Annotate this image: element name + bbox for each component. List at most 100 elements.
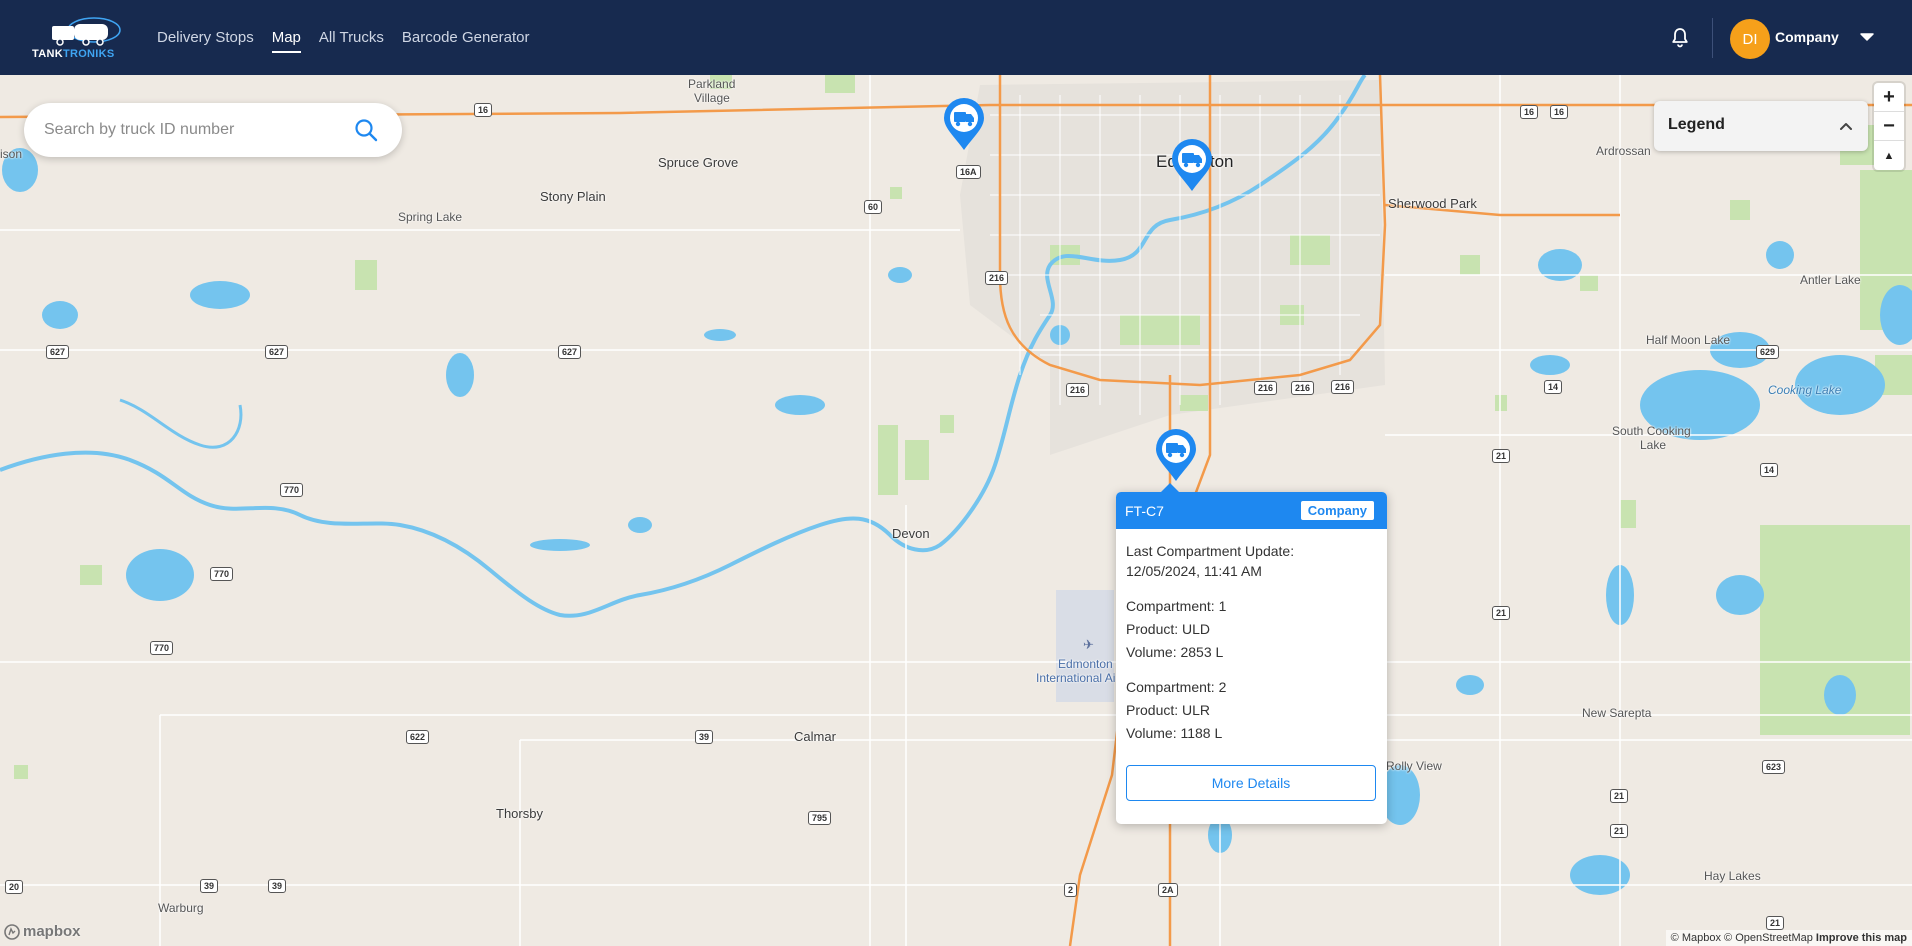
highway-shield: 60 [864, 200, 883, 214]
compass-reset-button[interactable]: ▲ [1874, 141, 1904, 170]
highway-shield: 16A [956, 165, 981, 179]
place-label: Cooking Lake [1768, 383, 1842, 397]
highway-shield: 2 [1064, 883, 1078, 897]
highway-shield: 627 [46, 345, 70, 359]
compartment-volume: Volume: 2853 L [1126, 644, 1224, 660]
legend-title: Legend [1668, 116, 1725, 133]
place-label: Warburg [158, 901, 204, 915]
account-dropdown-caret-icon[interactable] [1854, 24, 1880, 50]
company-name[interactable]: Company [1775, 29, 1839, 45]
attribution-osm-link[interactable]: © OpenStreetMap [1724, 932, 1813, 944]
nav-all-trucks-label: All Trucks [318, 29, 384, 46]
highway-shield: 21 [1610, 789, 1629, 803]
place-label: Devon [892, 526, 930, 541]
header-divider [1712, 18, 1713, 58]
highway-shield: 795 [808, 811, 832, 825]
truck-search-box [24, 103, 402, 157]
map-attribution: © Mapbox © OpenStreetMap Improve this ma… [1665, 930, 1912, 946]
tank-truck-logo-icon [52, 17, 121, 46]
place-label: Sherwood Park [1388, 196, 1477, 211]
highway-shield: 216 [1291, 381, 1315, 395]
highway-shield: 39 [200, 879, 219, 893]
compartment-product: Product: ULR [1126, 702, 1211, 718]
highway-shield: 21 [1492, 606, 1511, 620]
nav-barcode-generator-label: Barcode Generator [401, 29, 530, 46]
place-label: New Sarepta [1582, 706, 1652, 720]
highway-shield: 21 [1610, 824, 1629, 838]
nav-map-label: Map [271, 29, 301, 46]
highway-shield: 216 [1066, 383, 1090, 397]
truck-pin-icon [1156, 429, 1196, 481]
highway-shield: 629 [1756, 345, 1780, 359]
highway-shield: 16 [474, 103, 493, 117]
place-label: Village [694, 91, 730, 105]
truck-marker-selected[interactable] [1154, 429, 1198, 483]
compartment-volume: Volume: 1188 L [1126, 725, 1223, 741]
popup-truck-id: FT-C7 [1125, 503, 1164, 519]
improve-map-link[interactable]: Improve this map [1816, 932, 1907, 944]
highway-shield: 216 [1331, 380, 1355, 394]
truck-info-popup: FT-C7 Company Last Compartment Update: 1… [1116, 483, 1387, 824]
highway-shield: 627 [558, 345, 582, 359]
attribution-mapbox-link[interactable]: © Mapbox [1671, 932, 1721, 944]
nav-delivery-stops[interactable]: Delivery Stops [148, 0, 263, 75]
place-label: Antler Lake [1800, 273, 1861, 287]
place-label: Lake [1640, 438, 1667, 452]
last-update-label: Last Compartment Update: [1126, 543, 1295, 559]
brand-name: TANKTRONIKS [32, 48, 115, 60]
mapbox-logo[interactable]: mapbox [4, 923, 81, 940]
highway-shield: 216 [985, 271, 1009, 285]
notifications-bell-icon[interactable] [1668, 26, 1692, 50]
highway-shield: 14 [1544, 380, 1563, 394]
place-label: Edmonton [1058, 657, 1113, 671]
highway-shield: 627 [265, 345, 289, 359]
place-label: Parkland [688, 77, 736, 91]
place-label: Thorsby [496, 806, 543, 821]
last-update-value: 12/05/2024, 11:41 AM [1126, 563, 1262, 579]
nav-all-trucks[interactable]: All Trucks [310, 0, 393, 75]
nav-barcode-generator[interactable]: Barcode Generator [393, 0, 539, 75]
highway-shield: 2A [1158, 883, 1178, 897]
highway-shield: 21 [1492, 449, 1511, 463]
chevron-up-icon[interactable] [1838, 118, 1854, 134]
user-avatar[interactable]: DI [1730, 19, 1770, 59]
brand-name-part2: TRONIKS [62, 48, 115, 60]
zoom-in-button[interactable]: + [1874, 83, 1904, 112]
airport-icon: ✈ [1083, 637, 1094, 652]
highway-shield: 770 [150, 641, 174, 655]
highway-shield: 623 [1762, 760, 1786, 774]
map-zoom-controls: + − ▲ [1874, 83, 1904, 170]
search-icon[interactable] [354, 118, 378, 142]
nav-map[interactable]: Map [263, 0, 310, 75]
highway-shield: 770 [210, 567, 234, 581]
truck-marker[interactable] [1170, 139, 1214, 193]
highway-shield: 39 [268, 879, 287, 893]
brand-name-part1: TANK [32, 48, 63, 60]
mapbox-logo-icon [4, 923, 20, 940]
popup-company-badge: Company [1300, 501, 1374, 520]
highway-shield: 20 [5, 880, 24, 894]
place-label: South Cooking [1612, 424, 1691, 438]
truck-marker[interactable] [942, 98, 986, 152]
truck-search-input[interactable] [44, 103, 344, 157]
compartment-number: Compartment: 2 [1126, 679, 1227, 695]
more-details-button[interactable]: More Details [1126, 765, 1376, 801]
place-label: Half Moon Lake [1646, 333, 1731, 347]
mapbox-logo-text: mapbox [23, 923, 81, 940]
main-nav: Delivery Stops Map All Trucks Barcode Ge… [148, 0, 538, 75]
highway-shield: 622 [406, 730, 430, 744]
highway-shield: 16 [1520, 105, 1539, 119]
truck-pin-icon [1172, 139, 1212, 191]
highway-shield: 770 [280, 483, 304, 497]
highway-shield: 39 [695, 730, 714, 744]
highway-shield: 216 [1254, 381, 1278, 395]
map-base-layer [0, 75, 1912, 946]
active-tab-underline [271, 51, 301, 53]
map-legend[interactable]: Legend [1654, 101, 1868, 151]
brand-logo[interactable]: TANKTRONIKS [32, 16, 136, 62]
nav-delivery-stops-label: Delivery Stops [157, 29, 254, 46]
truck-pin-icon [944, 98, 984, 150]
map-canvas[interactable]: Parkland Village Spruce Grove Stony Plai… [0, 75, 1912, 946]
zoom-out-button[interactable]: − [1874, 112, 1904, 141]
highway-shield: 14 [1760, 463, 1779, 477]
